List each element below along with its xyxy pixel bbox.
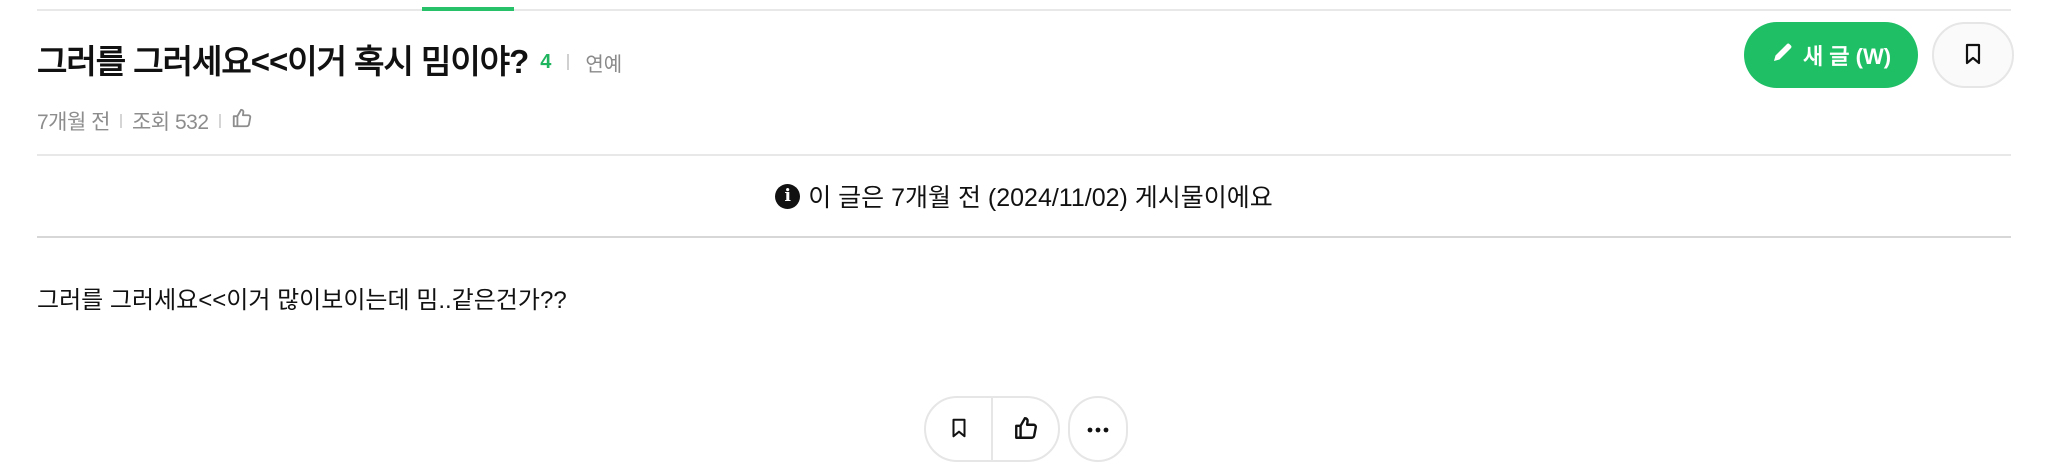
bookmark-button[interactable]: [1932, 22, 2014, 88]
meta-separator: [218, 114, 221, 128]
info-icon: i: [775, 183, 801, 209]
post-body: 그러를 그러세요<<이거 많이보이는데 밈..같은건가??: [37, 287, 567, 314]
post-time: 7개월 전: [37, 111, 110, 134]
notice-text: 이 글은 7개월 전 (2024/11/02) 게시물이에요: [808, 184, 1273, 212]
post-title: 그러를 그러세요<<이거 혹시 밈이야?: [37, 43, 529, 80]
section-divider: [37, 236, 2011, 238]
more-icon: [1087, 422, 1109, 437]
bookmark-action-button[interactable]: [926, 398, 991, 460]
more-button[interactable]: [1068, 396, 1128, 462]
new-post-button[interactable]: 새 글 (W): [1744, 22, 1918, 88]
post-header: 그러를 그러세요<<이거 혹시 밈이야? 4 연예: [37, 34, 622, 84]
view-count: 조회 532: [131, 111, 209, 134]
like-button[interactable]: [993, 398, 1058, 460]
post-meta: 7개월 전 조회 532: [37, 106, 253, 136]
pencil-icon: [1771, 40, 1795, 70]
new-post-label: 새 글 (W): [1802, 44, 1892, 69]
bookmark-icon: [1961, 42, 1985, 69]
active-tab-indicator: [422, 7, 514, 11]
section-divider: [37, 154, 2011, 156]
tab-underline: [37, 9, 2011, 11]
comment-count[interactable]: 4: [540, 51, 551, 74]
bookmark-icon: [948, 416, 970, 443]
post-actions: [924, 396, 1060, 462]
thumbs-up-icon: [1013, 415, 1039, 444]
category-link[interactable]: 연예: [585, 48, 622, 77]
old-post-notice: i 이 글은 7개월 전 (2024/11/02) 게시물이에요: [0, 178, 2048, 214]
thumbs-up-icon: [231, 107, 253, 135]
divider: [567, 54, 570, 70]
meta-separator: [119, 114, 122, 128]
